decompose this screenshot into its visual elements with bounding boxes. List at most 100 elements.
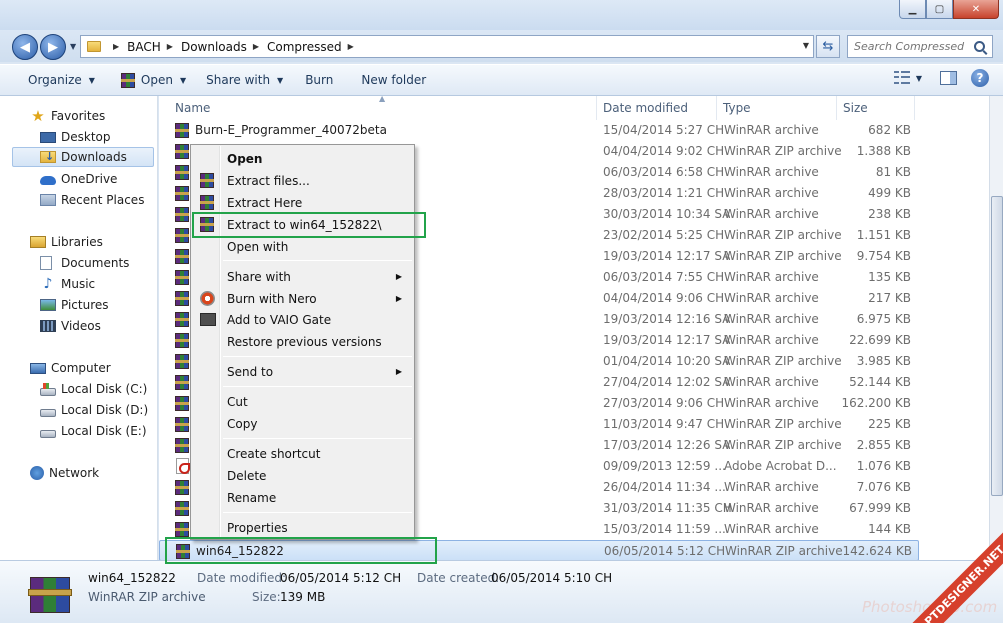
menu-item-create-shortcut[interactable]: Create shortcut xyxy=(193,443,412,464)
file-type: WinRAR ZIP archive xyxy=(724,249,842,263)
menu-item-label: Open xyxy=(227,151,263,166)
organize-button[interactable]: Organize ▼ xyxy=(20,68,103,92)
menu-item-burn-with-nero[interactable]: Burn with Nero ▶ xyxy=(193,288,412,309)
column-header-name[interactable]: Name xyxy=(169,96,597,120)
menu-item-add-to-vaio-gate[interactable]: Add to VAIO Gate xyxy=(193,309,412,330)
sidebar-item-onedrive[interactable]: OneDrive xyxy=(40,169,117,189)
forward-button[interactable]: ▶ xyxy=(40,34,66,60)
sidebar-item-favorites[interactable]: ★ Favorites xyxy=(30,106,105,126)
menu-item-label: Add to VAIO Gate xyxy=(227,312,332,327)
search-icon[interactable] xyxy=(974,41,985,52)
menu-item-share-with[interactable]: Share with ▶ xyxy=(193,266,412,287)
sidebar-item-pictures[interactable]: Pictures xyxy=(40,295,109,315)
menu-item-open[interactable]: Open xyxy=(193,148,412,169)
sidebar-item-desktop[interactable]: Desktop xyxy=(40,127,111,147)
search-input[interactable] xyxy=(854,40,972,53)
file-size: 1.388 KB xyxy=(856,144,911,158)
sidebar-item-disk-c[interactable]: Local Disk (C:) xyxy=(40,379,147,399)
scrollbar-thumb[interactable] xyxy=(991,196,1003,496)
column-header-size[interactable]: Size xyxy=(837,96,915,120)
sidebar-item-disk-d[interactable]: Local Disk (D:) xyxy=(40,400,148,420)
sidebar-item-music[interactable]: ♪ Music xyxy=(40,274,96,294)
breadcrumb-downloads[interactable]: Downloads xyxy=(181,40,247,54)
chevron-right-icon[interactable]: ▶ xyxy=(253,42,259,51)
file-date-modified: 31/03/2014 11:35 CH xyxy=(603,501,732,515)
winrar-archive-icon xyxy=(175,417,189,432)
sidebar-item-recent-places[interactable]: Recent Places xyxy=(40,190,144,210)
menu-item-label: Share with xyxy=(227,269,291,284)
menu-item-send-to[interactable]: Send to ▶ xyxy=(193,361,412,382)
help-icon[interactable]: ? xyxy=(971,69,989,87)
chevron-right-icon[interactable]: ▶ xyxy=(113,42,119,51)
new-folder-button[interactable]: New folder xyxy=(353,68,434,92)
sidebar-item-label: Documents xyxy=(61,256,130,270)
chevron-right-icon[interactable]: ▶ xyxy=(167,42,173,51)
file-date-modified: 27/03/2014 9:06 CH xyxy=(603,396,725,410)
sidebar-item-documents[interactable]: Documents xyxy=(40,253,129,273)
sidebar-item-label: Local Disk (D:) xyxy=(61,403,149,417)
menu-item-open-with[interactable]: Open with xyxy=(193,236,412,257)
sidebar-item-disk-e[interactable]: Local Disk (E:) xyxy=(40,421,147,441)
address-bar[interactable]: ▶ BACH ▶ Downloads ▶ Compressed ▶ ▼ xyxy=(80,35,814,58)
document-icon xyxy=(40,256,52,270)
vertical-scrollbar[interactable] xyxy=(989,96,1003,560)
file-date-modified: 30/03/2014 10:34 SA xyxy=(603,207,731,221)
menu-item-cut[interactable]: Cut xyxy=(193,391,412,412)
column-header-date[interactable]: Date modified xyxy=(597,96,717,120)
menu-item-properties[interactable]: Properties xyxy=(193,517,412,538)
back-button[interactable]: ◀ xyxy=(12,34,38,60)
file-date-modified: 09/09/2013 12:59 ... xyxy=(603,459,726,473)
chevron-down-icon[interactable]: ▼ xyxy=(916,74,922,83)
file-size: 162.200 KB xyxy=(841,396,911,410)
file-size: 1.151 KB xyxy=(856,228,911,242)
file-date-modified: 01/04/2014 10:20 SA xyxy=(603,354,731,368)
address-dropdown-icon[interactable]: ▼ xyxy=(803,41,809,50)
view-options-icon[interactable] xyxy=(893,71,910,85)
burn-button[interactable]: Burn xyxy=(297,68,341,92)
file-type: WinRAR archive xyxy=(724,207,819,221)
sidebar-item-computer[interactable]: Computer xyxy=(30,358,111,378)
minimize-button[interactable]: ▁ xyxy=(899,0,926,19)
film-strip-icon xyxy=(40,320,56,332)
menu-item-restore-previous[interactable]: Restore previous versions xyxy=(193,331,412,352)
sidebar-item-videos[interactable]: Videos xyxy=(40,316,101,336)
file-date-modified: 06/05/2014 5:12 CH xyxy=(604,544,726,558)
sidebar-item-downloads[interactable]: Downloads xyxy=(12,147,154,167)
cloud-icon xyxy=(40,175,56,185)
menu-item-delete[interactable]: Delete xyxy=(193,465,412,486)
computer-icon xyxy=(30,362,46,374)
open-button[interactable]: Open ▼ xyxy=(113,68,194,92)
winrar-archive-icon xyxy=(175,207,189,222)
breadcrumb-compressed[interactable]: Compressed xyxy=(267,40,342,54)
maximize-button[interactable]: ▢ xyxy=(926,0,953,19)
share-with-button[interactable]: Share with ▼ xyxy=(198,68,291,92)
close-button[interactable]: ✕ xyxy=(953,0,999,19)
menu-item-extract-files[interactable]: Extract files... xyxy=(193,170,412,191)
chevron-right-icon[interactable]: ▶ xyxy=(348,42,354,51)
details-size-label: Size: xyxy=(252,590,281,604)
pdf-file-icon xyxy=(176,458,190,474)
sidebar-item-label: Local Disk (C:) xyxy=(61,382,148,396)
file-row[interactable]: Burn-E_Programmer_40072beta 15/04/2014 5:… xyxy=(159,120,919,141)
sidebar-item-network[interactable]: Network xyxy=(30,463,99,483)
sidebar-item-libraries[interactable]: Libraries xyxy=(30,232,103,252)
winrar-archive-icon xyxy=(175,522,189,537)
menu-item-rename[interactable]: Rename xyxy=(193,487,412,508)
winrar-archive-icon xyxy=(175,165,189,180)
search-box[interactable] xyxy=(847,35,993,58)
recent-pages-dropdown[interactable]: ▼ xyxy=(70,42,76,51)
refresh-button[interactable]: ⇆ xyxy=(816,35,840,58)
preview-pane-icon[interactable] xyxy=(940,71,957,85)
file-size: 217 KB xyxy=(868,291,911,305)
menu-separator xyxy=(223,438,412,439)
file-size: 67.999 KB xyxy=(849,501,911,515)
breadcrumb-bach[interactable]: BACH xyxy=(127,40,161,54)
hard-drive-icon xyxy=(40,383,56,396)
file-name: Burn-E_Programmer_40072beta xyxy=(195,123,387,137)
sidebar-item-label: Music xyxy=(61,277,96,291)
column-header-type[interactable]: Type xyxy=(717,96,837,120)
winrar-archive-icon xyxy=(175,249,189,264)
file-size: 7.076 KB xyxy=(856,480,911,494)
menu-item-copy[interactable]: Copy xyxy=(193,413,412,434)
menu-item-extract-here[interactable]: Extract Here xyxy=(193,192,412,213)
